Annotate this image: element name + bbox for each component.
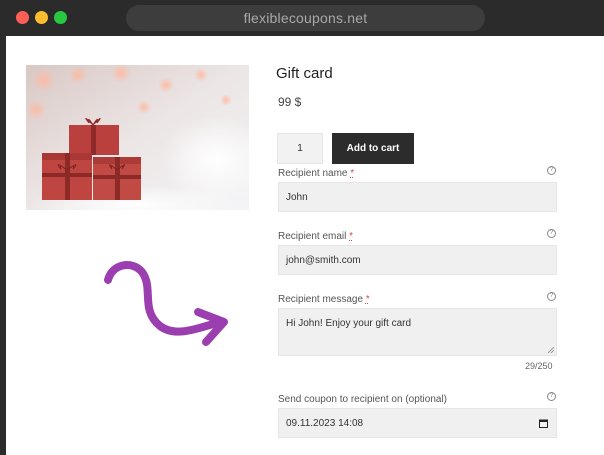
resize-grip-icon[interactable] xyxy=(548,347,554,353)
recipient-email-label-text: Recipient email xyxy=(278,231,347,242)
maximize-window-button[interactable] xyxy=(54,11,67,24)
help-icon[interactable]: ? xyxy=(547,229,556,238)
help-icon[interactable]: ? xyxy=(547,292,556,301)
help-icon[interactable]: ? xyxy=(547,166,556,175)
character-counter: 29/250 xyxy=(525,361,553,371)
recipient-message-label-text: Recipient message xyxy=(278,294,364,305)
gift-boxes-illustration xyxy=(26,65,249,210)
recipient-name-field[interactable]: John xyxy=(278,182,557,212)
minimize-window-button[interactable] xyxy=(35,11,48,24)
help-icon[interactable]: ? xyxy=(547,392,556,401)
send-date-label: Send coupon to recipient on (optional) xyxy=(278,394,448,405)
required-marker: * xyxy=(349,231,354,242)
recipient-message-field[interactable]: Hi John! Enjoy your gift card xyxy=(278,308,557,356)
recipient-email-field[interactable]: john@smith.com xyxy=(278,245,557,275)
recipient-name-label: Recipient name * xyxy=(278,168,354,179)
send-date-field[interactable]: 09.11.2023 14:08 xyxy=(278,408,557,438)
close-window-button[interactable] xyxy=(16,11,29,24)
add-to-cart-button[interactable]: Add to cart xyxy=(332,133,414,164)
recipient-name-label-text: Recipient name xyxy=(278,168,348,179)
browser-window: flexiblecoupons.net Gift card 99 $ 1 Add… xyxy=(0,0,604,455)
product-price: 99 $ xyxy=(278,95,302,109)
recipient-email-label: Recipient email * xyxy=(278,231,353,242)
product-image xyxy=(26,65,249,210)
page-viewport: Gift card 99 $ 1 Add to cart Recipient n… xyxy=(6,36,604,455)
product-title: Gift card xyxy=(276,65,333,82)
quantity-input[interactable]: 1 xyxy=(277,133,323,164)
address-bar[interactable]: flexiblecoupons.net xyxy=(126,5,485,31)
recipient-message-text: Hi John! Enjoy your gift card xyxy=(286,318,412,329)
required-marker: * xyxy=(350,168,355,179)
browser-titlebar: flexiblecoupons.net xyxy=(0,0,604,36)
required-marker: * xyxy=(365,294,370,305)
curved-arrow-icon xyxy=(104,261,228,346)
recipient-message-label: Recipient message * xyxy=(278,294,370,305)
calendar-icon[interactable] xyxy=(539,419,548,428)
